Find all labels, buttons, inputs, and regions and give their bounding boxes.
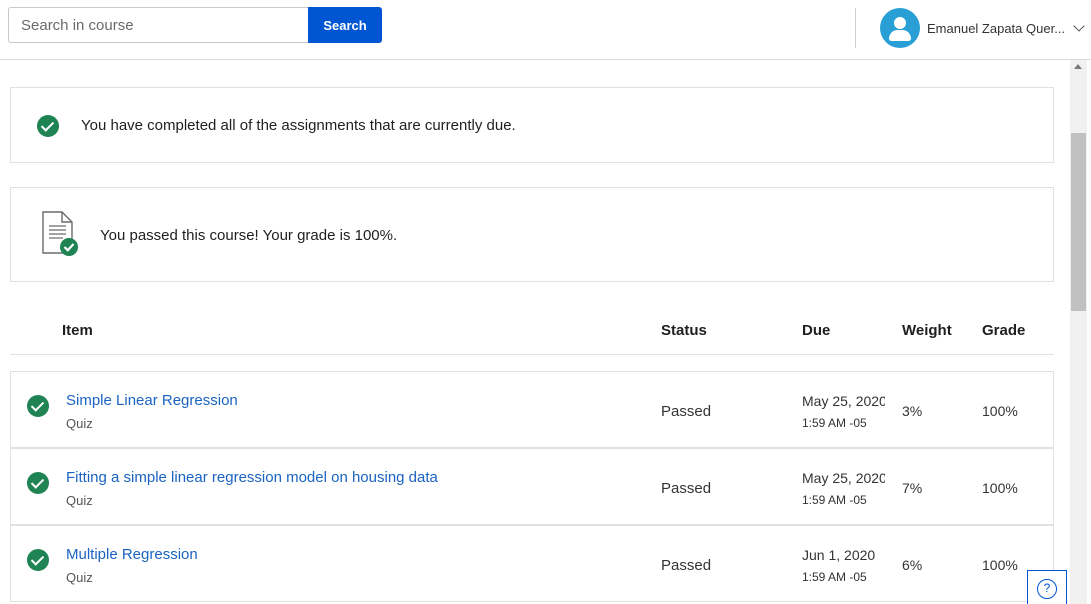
item-weight: 3% (902, 403, 923, 419)
check-circle-icon (37, 115, 59, 137)
user-menu[interactable]: Emanuel Zapata Quer... (880, 8, 1086, 48)
table-row: Multiple Regression Quiz Passed Jun 1, 2… (10, 525, 1054, 602)
help-button[interactable]: ? (1027, 570, 1067, 604)
item-status: Passed (661, 557, 712, 574)
item-link[interactable]: Multiple Regression (66, 546, 198, 563)
help-icon: ? (1037, 579, 1057, 599)
document-check-icon (42, 211, 78, 256)
item-weight: 6% (902, 557, 923, 573)
column-header-weight: Weight (902, 322, 952, 339)
item-due-date: Jun 1, 2020 (802, 547, 876, 563)
check-circle-icon (27, 549, 49, 571)
item-type: Quiz (66, 493, 93, 508)
column-header-item: Item (62, 322, 93, 339)
item-grade: 100% (982, 403, 1018, 419)
top-bar: Search Emanuel Zapata Quer... (0, 0, 1091, 60)
item-link[interactable]: Fitting a simple linear regression model… (66, 469, 438, 486)
item-grade: 100% (982, 557, 1018, 573)
check-circle-icon (27, 395, 49, 417)
completion-notice-text: You have completed all of the assignment… (81, 117, 516, 134)
scroll-up-arrow-icon[interactable] (1074, 64, 1082, 69)
item-status: Passed (661, 403, 712, 420)
item-type: Quiz (66, 570, 93, 585)
completion-notice-card: You have completed all of the assignment… (10, 87, 1054, 163)
column-header-due: Due (802, 322, 831, 339)
item-type: Quiz (66, 416, 93, 431)
header-divider (855, 8, 856, 48)
table-row: Fitting a simple linear regression model… (10, 448, 1054, 525)
pass-notice-card: You passed this course! Your grade is 10… (10, 187, 1054, 282)
avatar (880, 8, 920, 48)
user-name: Emanuel Zapata Quer... (927, 20, 1066, 36)
column-header-grade: Grade (982, 322, 1026, 339)
item-due-time: 1:59 AM -05 (802, 570, 867, 584)
scrollbar-thumb[interactable] (1071, 133, 1086, 311)
column-header-status: Status (661, 322, 707, 339)
chevron-down-icon (1073, 19, 1085, 32)
item-due-time: 1:59 AM -05 (802, 416, 867, 430)
search-button[interactable]: Search (308, 7, 382, 43)
check-circle-icon (27, 472, 49, 494)
item-due-time: 1:59 AM -05 (802, 493, 867, 507)
item-weight: 7% (902, 480, 923, 496)
item-grade: 100% (982, 480, 1018, 496)
item-status: Passed (661, 480, 712, 497)
pass-notice-text: You passed this course! Your grade is 10… (100, 227, 398, 244)
search-input[interactable] (8, 7, 308, 43)
item-due-date: May 25, 2020 (802, 393, 885, 409)
grades-table-header: Item Status Due Weight Grade (10, 306, 1054, 355)
item-link[interactable]: Simple Linear Regression (66, 392, 238, 409)
item-due-date: May 25, 2020 (802, 470, 885, 486)
table-row: Simple Linear Regression Quiz Passed May… (10, 371, 1054, 448)
